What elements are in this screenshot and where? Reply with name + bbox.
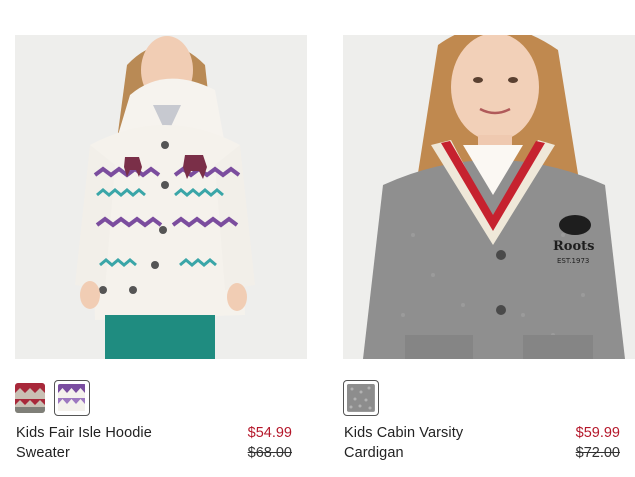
product-image[interactable]: Roots EST.1973 — [343, 35, 635, 359]
color-swatches — [15, 380, 90, 416]
fair-isle-sweater-photo — [15, 35, 307, 359]
product-card[interactable]: Roots EST.1973 Kids Cabin Varsity Cardig… — [343, 0, 635, 477]
original-price: $72.00 — [575, 445, 620, 461]
product-prices: $59.99 $72.00 — [576, 423, 620, 463]
product-image[interactable] — [15, 35, 307, 359]
color-swatch-purple[interactable] — [54, 380, 90, 416]
color-swatch-grey[interactable] — [343, 380, 379, 416]
svg-text:EST.1973: EST.1973 — [557, 257, 589, 265]
product-name[interactable]: Kids Cabin Varsity Cardigan — [344, 423, 524, 463]
swatch-pattern-red-icon — [15, 383, 45, 413]
product-card[interactable]: Kids Fair Isle Hoodie Sweater $54.99 $68… — [15, 0, 309, 477]
product-name[interactable]: Kids Fair Isle Hoodie Sweater — [16, 423, 196, 463]
product-grid: Kids Fair Isle Hoodie Sweater $54.99 $68… — [0, 0, 635, 477]
original-price: $68.00 — [247, 445, 292, 461]
swatch-pattern-grey-icon — [347, 384, 375, 412]
svg-text:Roots: Roots — [553, 239, 594, 254]
product-prices: $54.99 $68.00 — [248, 423, 292, 463]
sale-price: $54.99 — [247, 425, 292, 441]
swatch-pattern-purple-icon — [58, 384, 85, 411]
color-swatch-red[interactable] — [15, 383, 45, 413]
sale-price: $59.99 — [575, 425, 620, 441]
varsity-cardigan-photo: Roots EST.1973 — [343, 35, 635, 359]
color-swatches — [343, 380, 379, 416]
